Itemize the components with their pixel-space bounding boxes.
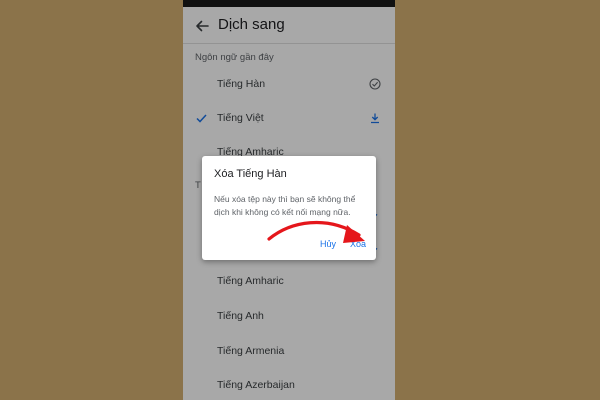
dialog-title: Xóa Tiếng Hàn [214,168,287,180]
annotation-arrow-icon [267,220,365,243]
